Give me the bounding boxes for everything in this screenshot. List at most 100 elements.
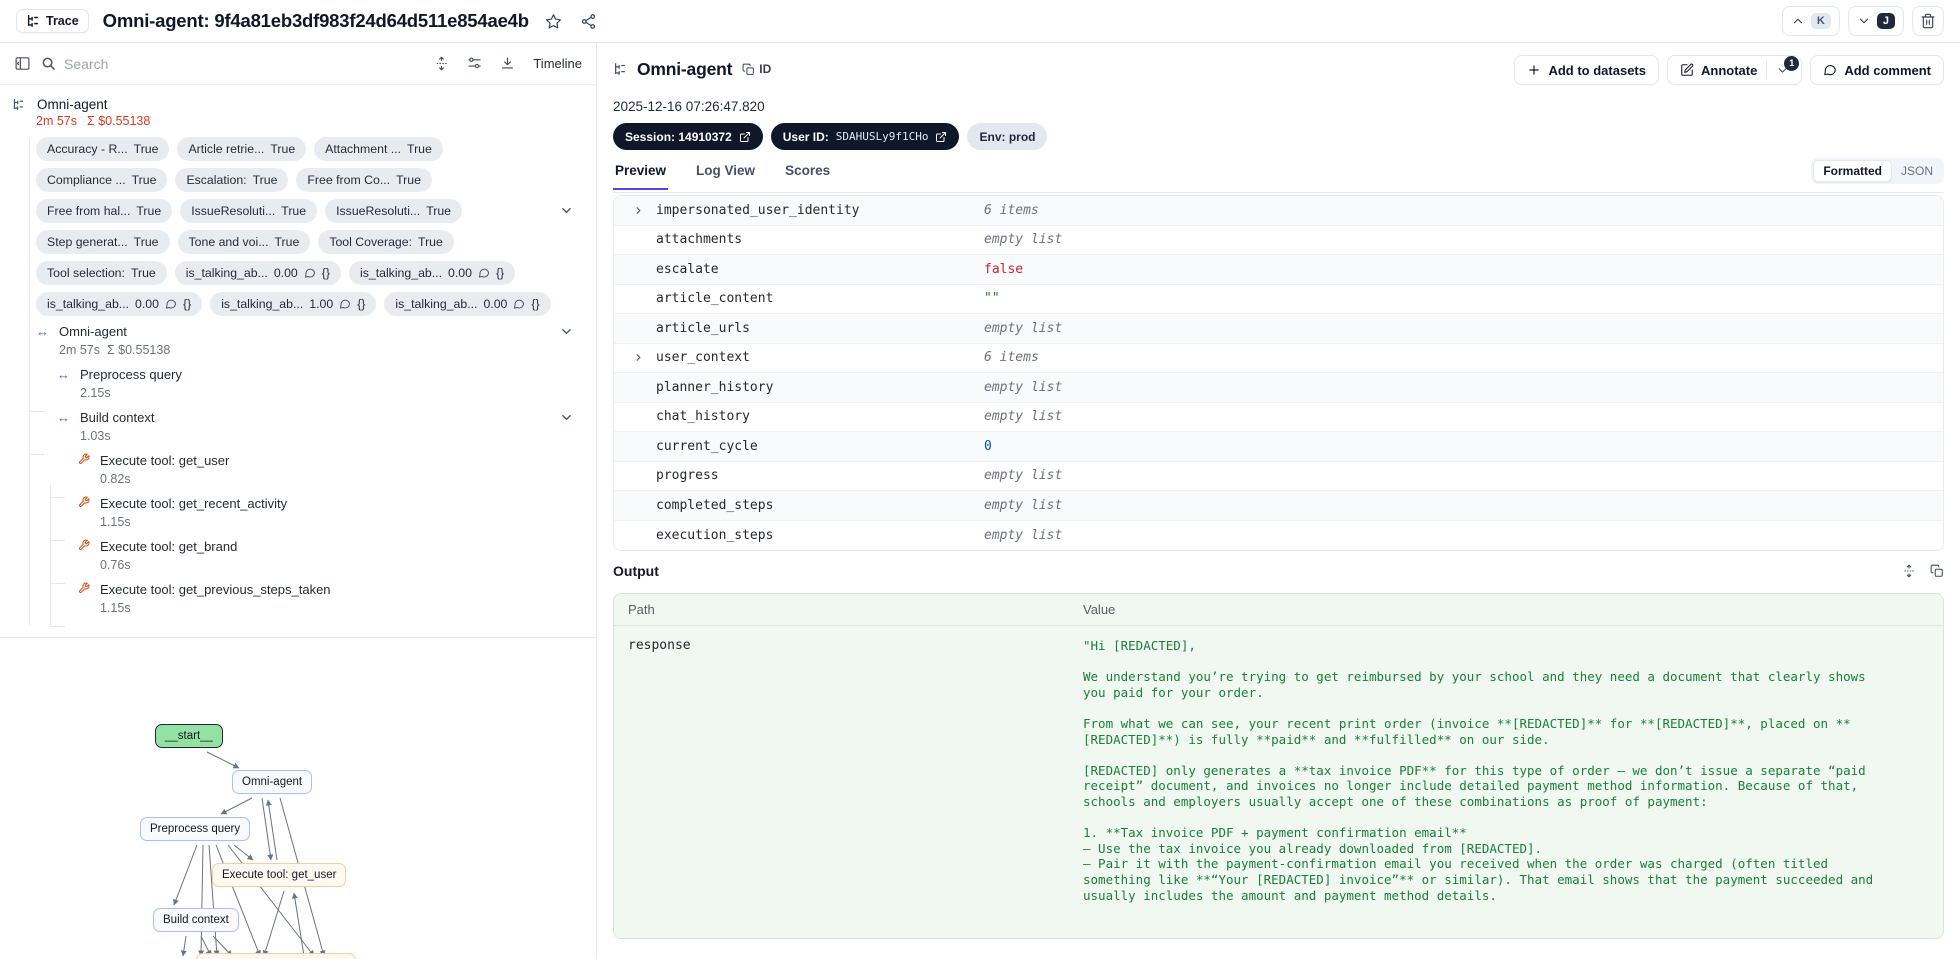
- copy-id-button[interactable]: ID: [742, 62, 771, 76]
- format-toggle: Formatted JSON: [1811, 158, 1944, 184]
- expand-row-chevron-icon[interactable]: [633, 352, 644, 363]
- collapse-panel-icon[interactable]: [14, 55, 31, 72]
- search-box[interactable]: [41, 55, 424, 72]
- format-json[interactable]: JSON: [1892, 161, 1942, 181]
- score-badge[interactable]: Article retrie... True: [177, 137, 307, 161]
- kv-row[interactable]: execution_steps empty list: [614, 520, 1943, 550]
- graph-node-omni-agent[interactable]: Omni-agent: [232, 770, 313, 794]
- root-duration: 2m 57s: [36, 114, 77, 128]
- tree-node-get-user[interactable]: Execute tool: get_user 0.82s: [12, 451, 596, 488]
- next-trace-button[interactable]: J: [1847, 6, 1904, 36]
- score-badge[interactable]: Tone and voi... True: [177, 230, 311, 254]
- search-input[interactable]: [64, 55, 284, 72]
- graph-node-get-user[interactable]: Execute tool: get_user: [212, 863, 347, 887]
- graph-node-preprocess-query[interactable]: Preprocess query: [140, 817, 251, 841]
- unfold-all-icon[interactable]: [434, 56, 449, 71]
- annotate-dropdown[interactable]: 1: [1776, 55, 1800, 77]
- score-badge[interactable]: is_talking_ab... 0.00{}: [36, 292, 203, 316]
- kv-value: empty list: [984, 497, 1063, 513]
- graph-node-partial[interactable]: [196, 953, 356, 959]
- score-badge[interactable]: Accuracy - R... True: [36, 137, 170, 161]
- score-badge[interactable]: Free from Co... True: [296, 168, 432, 192]
- observation-detail-panel: Omni-agent ID Add to datasets Annotate 1…: [597, 43, 1960, 959]
- kv-key: article_urls: [656, 320, 750, 336]
- wrench-icon: [78, 539, 90, 551]
- score-badge[interactable]: Step generat... True: [36, 230, 170, 254]
- delete-trace-button[interactable]: [1912, 6, 1944, 36]
- kv-row[interactable]: user_context 6 items: [614, 343, 1943, 373]
- score-badge[interactable]: is_talking_ab... 0.00{}: [174, 261, 341, 285]
- kv-row[interactable]: article_urls empty list: [614, 314, 1943, 344]
- copy-output-icon[interactable]: [1930, 564, 1944, 578]
- score-badge[interactable]: Attachment ... True: [314, 137, 443, 161]
- tree-node-omni-agent[interactable]: ↔ Omni-agent 2m 57s Σ $0.55138: [12, 322, 596, 359]
- graph-node-build-context[interactable]: Build context: [153, 908, 239, 932]
- trace-tree-icon: [614, 63, 626, 75]
- search-icon: [42, 57, 55, 70]
- score-badge[interactable]: is_talking_ab... 0.00{}: [348, 261, 516, 285]
- score-badge[interactable]: is_talking_ab... 1.00{}: [210, 292, 377, 316]
- annotation-count-badge: 1: [1784, 55, 1800, 71]
- score-badge[interactable]: Escalation: True: [175, 168, 289, 192]
- tab-log-view[interactable]: Log View: [694, 160, 757, 190]
- tab-scores[interactable]: Scores: [783, 160, 832, 190]
- chevron-down-icon: [1859, 18, 1868, 24]
- kv-key: execution_steps: [656, 527, 774, 543]
- trace-tree-icon: [13, 99, 24, 110]
- score-badge[interactable]: Tool selection: True: [36, 261, 167, 285]
- kv-row[interactable]: progress empty list: [614, 461, 1943, 491]
- kv-row[interactable]: planner_history empty list: [614, 373, 1943, 403]
- sidebar-header: Timeline: [0, 43, 596, 85]
- wrench-icon: [78, 496, 90, 508]
- kv-value: empty list: [984, 232, 1063, 248]
- span-icon: ↔: [57, 410, 70, 425]
- kv-row[interactable]: attachments empty list: [614, 225, 1943, 255]
- external-link-icon: [739, 131, 750, 142]
- format-formatted[interactable]: Formatted: [1813, 160, 1892, 182]
- output-table-row[interactable]: response "Hi [REDACTED], We understand y…: [614, 626, 1943, 915]
- score-badge[interactable]: is_talking_ab... 0.00{}: [384, 292, 551, 316]
- timeline-toggle[interactable]: Timeline: [533, 56, 582, 71]
- star-button[interactable]: [543, 11, 564, 32]
- score-badge[interactable]: IssueResoluti... True: [180, 199, 318, 223]
- output-table: Path Value response "Hi [REDACTED], We u…: [613, 593, 1944, 939]
- kv-row[interactable]: escalate false: [614, 255, 1943, 285]
- kv-value: empty list: [984, 379, 1063, 395]
- tree-node-get-brand[interactable]: Execute tool: get_brand 0.76s: [12, 537, 596, 574]
- tree-node-get-previous-steps-taken[interactable]: Execute tool: get_previous_steps_taken 1…: [12, 580, 596, 617]
- kv-row[interactable]: article_content "": [614, 284, 1943, 314]
- tree-node-preprocess-query[interactable]: ↔ Preprocess query 2.15s: [12, 365, 596, 402]
- score-badges: Accuracy - R... True Article retrie... Tru…: [36, 137, 566, 316]
- kv-value: empty list: [984, 409, 1063, 425]
- share-button[interactable]: [578, 11, 599, 32]
- expand-output-icon[interactable]: [1902, 564, 1916, 578]
- score-badge[interactable]: Free from hal... True: [36, 199, 173, 223]
- kv-row[interactable]: current_cycle 0: [614, 432, 1943, 462]
- expand-row-chevron-icon[interactable]: [633, 205, 644, 216]
- tree-root-row[interactable]: Omni-agent: [12, 97, 596, 112]
- span-icon: ↔: [36, 324, 49, 339]
- annotate-button[interactable]: Annotate 1: [1666, 55, 1803, 85]
- tab-preview[interactable]: Preview: [613, 160, 669, 190]
- tree-node-build-context[interactable]: ↔ Build context 1.03s: [12, 408, 596, 445]
- tree-node-get-recent-activity[interactable]: Execute tool: get_recent_activity 1.15s: [12, 494, 596, 531]
- graph-node-start[interactable]: __start__: [155, 724, 223, 748]
- kv-row[interactable]: completed_steps empty list: [614, 491, 1943, 521]
- kv-row[interactable]: chat_history empty list: [614, 402, 1943, 432]
- user-id-badge[interactable]: User ID: SDAHUSLy9f1CHo: [770, 123, 960, 150]
- collapse-scores-chevron-icon[interactable]: [559, 203, 574, 218]
- collapse-node-chevron-icon[interactable]: [559, 410, 574, 425]
- output-row-value: "Hi [REDACTED], We understand you’re try…: [1083, 638, 1874, 903]
- score-badge[interactable]: IssueResoluti... True: [325, 199, 463, 223]
- score-badge[interactable]: Compliance ... True: [36, 168, 168, 192]
- collapse-node-chevron-icon[interactable]: [559, 324, 574, 339]
- add-comment-button[interactable]: Add comment: [1810, 55, 1944, 85]
- kv-key: escalate: [656, 261, 719, 277]
- download-icon[interactable]: [500, 56, 515, 71]
- prev-trace-button[interactable]: K: [1781, 6, 1840, 36]
- settings-sliders-icon[interactable]: [467, 56, 482, 71]
- session-badge[interactable]: Session: 14910372: [613, 123, 763, 150]
- score-badge[interactable]: Tool Coverage: True: [318, 230, 454, 254]
- add-to-datasets-button[interactable]: Add to datasets: [1514, 55, 1659, 85]
- kv-row[interactable]: impersonated_user_identity 6 items: [614, 196, 1943, 226]
